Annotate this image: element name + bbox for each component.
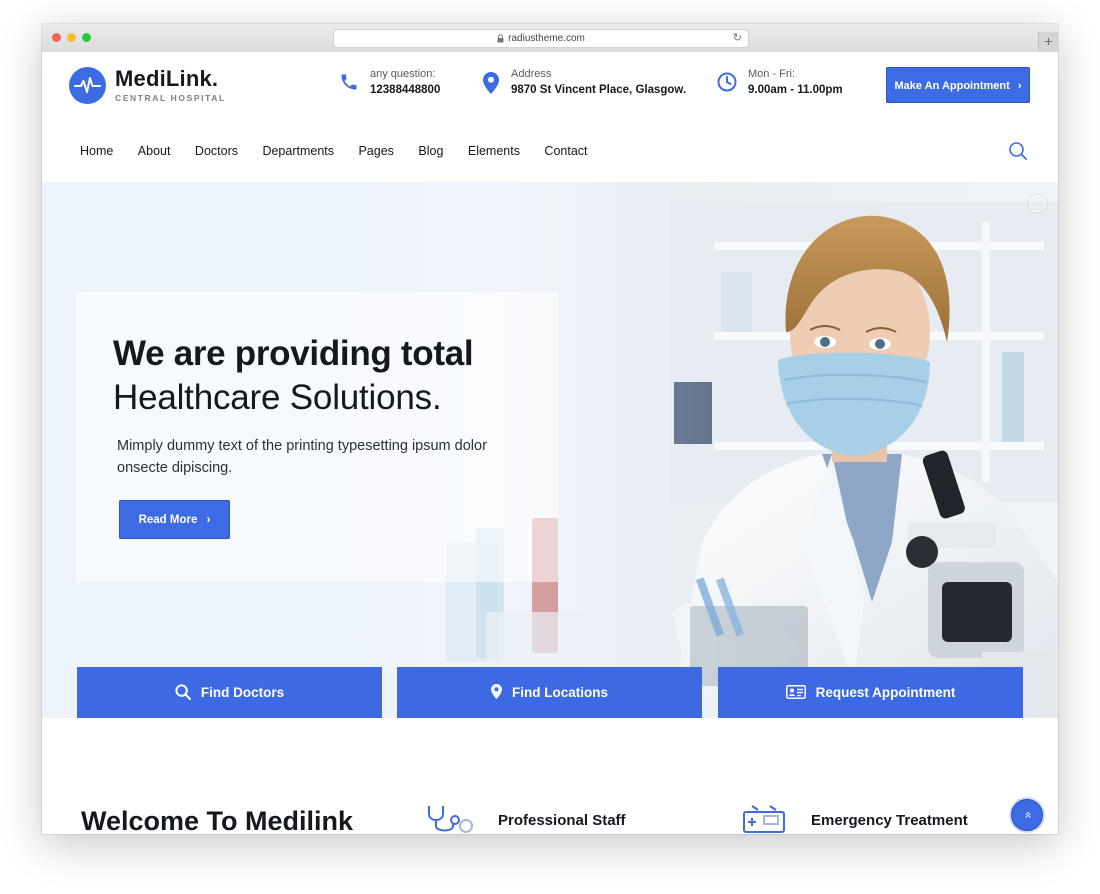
nav-item-about[interactable]: About: [138, 120, 171, 182]
nav-item-home[interactable]: Home: [80, 120, 113, 182]
request-appointment-label: Request Appointment: [815, 685, 956, 700]
new-tab-button[interactable]: +: [1038, 32, 1058, 51]
brand-subtitle: CENTRAL HOSPITAL: [115, 93, 226, 103]
find-locations-button[interactable]: Find Locations: [397, 667, 702, 718]
make-appointment-label: Make An Appointment: [894, 80, 1010, 92]
search-icon[interactable]: [1008, 141, 1028, 161]
hero-title-bold: We are providing total: [113, 334, 474, 373]
hero-title-light: Healthcare Solutions.: [113, 378, 442, 417]
contact-value: 9870 St Vincent Place, Glasgow.: [511, 84, 687, 96]
contact-label: Address: [511, 68, 552, 80]
nav-item-elements[interactable]: Elements: [468, 120, 520, 182]
nav-item-contact[interactable]: Contact: [544, 120, 587, 182]
find-doctors-label: Find Doctors: [200, 685, 285, 700]
contact-value: 9.00am - 11.00pm: [748, 84, 843, 96]
slider-progress-indicator: [1029, 195, 1046, 212]
read-more-label: Read More: [138, 514, 198, 526]
chevron-right-icon: ›: [1017, 80, 1022, 92]
make-appointment-button[interactable]: Make An Appointment ›: [886, 67, 1030, 103]
contact-address: Address 9870 St Vincent Place, Glasgow.: [511, 68, 686, 96]
service-professional-staff: Professional Staff: [498, 812, 626, 829]
url-text: radiustheme.com: [508, 33, 585, 44]
lock-icon: [497, 34, 504, 43]
phone-icon: [341, 74, 357, 90]
chevron-right-icon: ›: [206, 514, 211, 526]
contact-value[interactable]: 12388448800: [370, 84, 440, 96]
read-more-button[interactable]: Read More ›: [119, 500, 230, 539]
find-locations-label: Find Locations: [512, 685, 608, 700]
main-navigation: Home About Doctors Departments Pages Blo…: [42, 120, 1058, 182]
browser-titlebar: radiustheme.com ↻ +: [42, 24, 1058, 53]
nav-item-pages[interactable]: Pages: [358, 120, 393, 182]
reload-icon[interactable]: ↻: [733, 30, 742, 47]
nav-item-departments[interactable]: Departments: [262, 120, 334, 182]
nav-item-blog[interactable]: Blog: [418, 120, 443, 182]
welcome-title: Welcome To Medilink: [81, 806, 354, 834]
hero-slider: We are providing total Healthcare Soluti…: [42, 182, 1058, 718]
address-bar[interactable]: radiustheme.com ↻: [333, 29, 749, 48]
search-icon: [175, 684, 191, 701]
location-pin-icon: [491, 684, 502, 700]
nav-item-doctors[interactable]: Doctors: [195, 120, 238, 182]
service-emergency-treatment: Emergency Treatment: [811, 812, 968, 829]
clock-icon: [717, 72, 737, 92]
contact-phone: any question: 12388448800: [370, 68, 440, 96]
find-doctors-button[interactable]: Find Doctors: [77, 667, 382, 718]
double-chevron-up-icon: »: [1020, 811, 1034, 819]
browser-window: radiustheme.com ↻ + MediLink. CENTRAL HO…: [42, 24, 1058, 834]
minimize-window-button[interactable]: [67, 33, 76, 42]
close-window-button[interactable]: [52, 33, 61, 42]
stethoscope-icon: [428, 806, 473, 833]
contact-hours: Mon - Fri: 9.00am - 11.00pm: [748, 68, 843, 96]
contact-label: Mon - Fri:: [748, 68, 796, 80]
location-pin-icon: [483, 72, 499, 94]
scroll-to-top-button[interactable]: »: [1011, 799, 1043, 831]
nav-menu: Home About Doctors Departments Pages Blo…: [80, 120, 608, 182]
logo-icon[interactable]: [69, 67, 106, 104]
contact-label: any question:: [370, 68, 436, 80]
brand-name[interactable]: MediLink.: [115, 66, 218, 92]
ambulance-icon: [743, 805, 785, 833]
hero-description: Mimply dummy text of the printing typese…: [117, 438, 487, 476]
site-header: MediLink. CENTRAL HOSPITAL any question:…: [42, 52, 1058, 121]
maximize-window-button[interactable]: [82, 33, 91, 42]
id-card-icon: [785, 684, 806, 699]
request-appointment-button[interactable]: Request Appointment: [718, 667, 1023, 718]
